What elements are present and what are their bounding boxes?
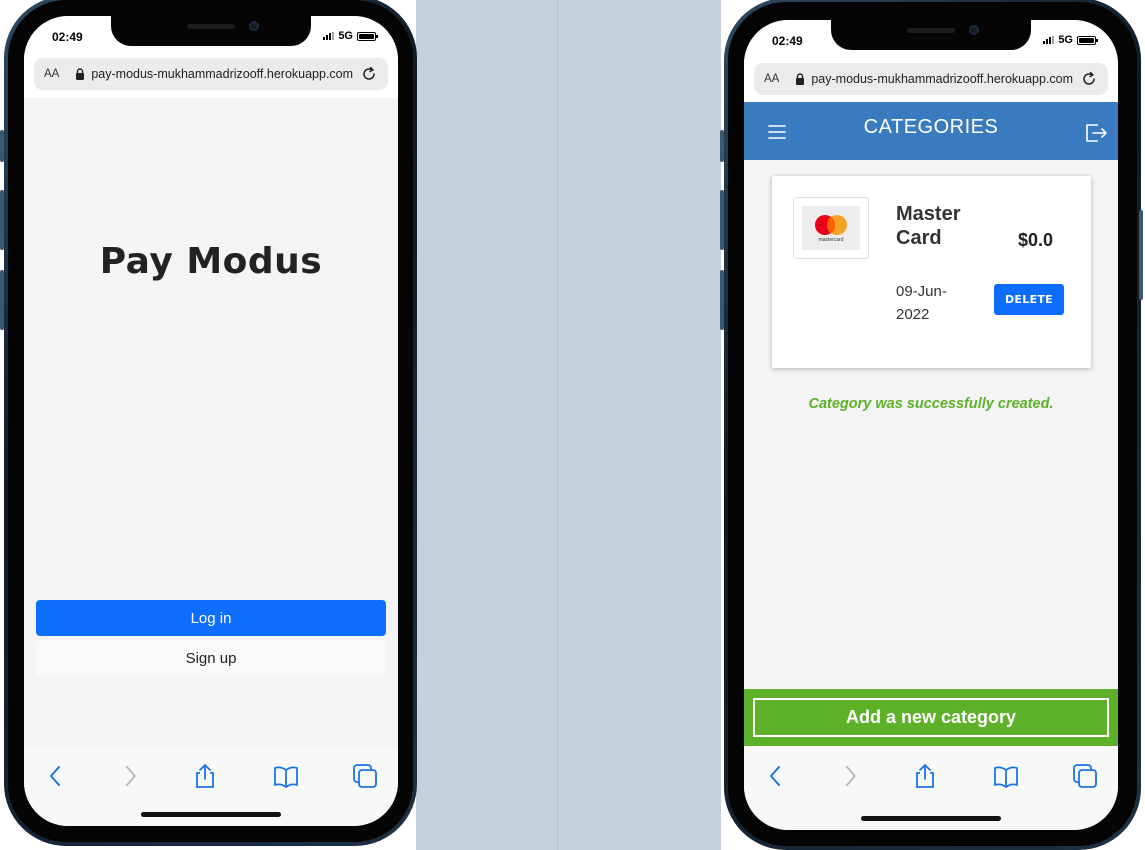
power-button [1139, 210, 1143, 300]
address-bar[interactable]: AA pay-modus-mukhammadrizooff.herokuapp.… [34, 58, 388, 90]
side-button [720, 130, 724, 162]
tabs-icon[interactable] [351, 762, 379, 790]
category-card[interactable]: mastercard Master Card $0.0 09-Jun-2022 … [772, 176, 1091, 368]
share-icon[interactable] [911, 762, 939, 790]
category-icon-thumbnail: mastercard [793, 197, 869, 259]
battery-icon [357, 31, 378, 41]
notch [831, 20, 1031, 50]
add-category-bar: Add a new category [744, 689, 1118, 746]
app-header: CATEGORIES [744, 102, 1118, 160]
reload-icon[interactable] [360, 65, 378, 83]
status-time: 02:49 [772, 34, 803, 48]
signal-icon [1043, 36, 1055, 44]
back-icon[interactable] [42, 762, 70, 790]
url-text: pay-modus-mukhammadrizooff.herokuapp.com [91, 67, 354, 81]
forward-icon[interactable] [116, 762, 144, 790]
logout-icon[interactable] [1084, 122, 1108, 144]
add-category-button[interactable]: Add a new category [753, 698, 1109, 737]
camera [249, 21, 259, 31]
address-bar[interactable]: AA pay-modus-mukhammadrizooff.herokuapp.… [754, 63, 1108, 95]
speaker [187, 24, 235, 29]
volume-down-button [720, 270, 724, 330]
login-button[interactable]: Log in [36, 600, 386, 636]
home-indicator [861, 816, 1001, 821]
mastercard-logo-icon: mastercard [802, 206, 860, 250]
side-button [0, 130, 4, 162]
center-divider [557, 0, 558, 850]
url-text: pay-modus-mukhammadrizooff.herokuapp.com [811, 72, 1074, 86]
speaker [907, 28, 955, 33]
reload-icon[interactable] [1080, 70, 1098, 88]
forward-icon[interactable] [836, 762, 864, 790]
mid-background [416, 0, 721, 850]
network-label: 5G [1058, 34, 1073, 46]
bookmarks-icon[interactable] [272, 762, 300, 790]
tabs-icon[interactable] [1071, 762, 1099, 790]
share-icon[interactable] [191, 762, 219, 790]
category-name: Master Card [896, 203, 961, 249]
signal-icon [323, 32, 335, 40]
page-title: CATEGORIES [863, 116, 999, 138]
status-icons: 5G [1043, 34, 1098, 46]
lock-icon [796, 73, 805, 85]
right-phone-screen: 02:49 5G AA pay-modus-mukhammadrizooff.h… [744, 20, 1118, 830]
camera [969, 25, 979, 35]
status-icons: 5G [323, 30, 378, 42]
volume-down-button [0, 270, 4, 330]
browser-toolbar [744, 746, 1118, 830]
battery-icon [1077, 35, 1098, 45]
home-indicator [141, 812, 281, 817]
network-label: 5G [338, 30, 353, 42]
delete-button[interactable]: DELETE [994, 284, 1064, 315]
app-title: Pay Modus [99, 241, 323, 282]
category-date: 09-Jun-2022 [896, 283, 947, 323]
bookmarks-icon[interactable] [992, 762, 1020, 790]
volume-up-button [0, 190, 4, 250]
logo-text: mastercard [818, 237, 844, 243]
success-message: Category was successfully created. [808, 396, 1054, 412]
notch [111, 16, 311, 46]
text-size-button[interactable]: AA [764, 73, 779, 85]
back-icon[interactable] [762, 762, 790, 790]
left-phone-screen: 02:49 5G AA pay-modus-mukhammadrizooff.h… [24, 16, 398, 826]
volume-up-button [720, 190, 724, 250]
browser-toolbar [24, 748, 398, 826]
text-size-button[interactable]: AA [44, 68, 59, 80]
lock-icon [76, 68, 85, 80]
category-amount: $0.0 [1017, 230, 1053, 250]
status-time: 02:49 [52, 30, 83, 44]
signup-button[interactable]: Sign up [36, 640, 386, 676]
